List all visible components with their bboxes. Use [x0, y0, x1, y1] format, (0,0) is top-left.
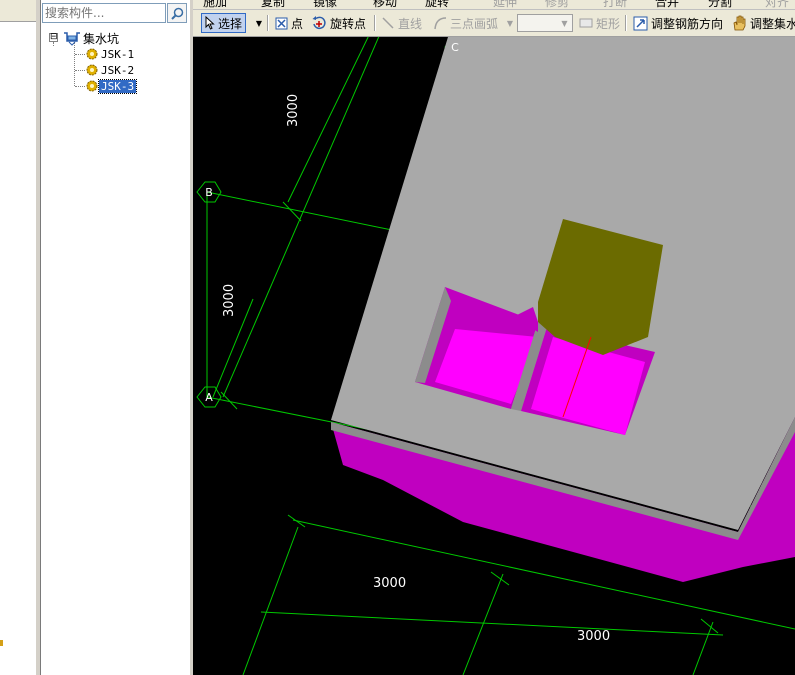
point-icon [275, 17, 288, 29]
tree-item-label-selected: JSK-3 [97, 78, 138, 94]
point-button[interactable]: 点 [275, 13, 303, 33]
rect-label: 矩形 [596, 16, 621, 31]
dimension-label-horizontal-2: 3000 [577, 629, 610, 644]
line-button[interactable]: 直线 [381, 13, 422, 33]
hand-icon [733, 15, 746, 31]
dim-tick [490, 571, 510, 586]
adjust-pit-button[interactable]: 调整集水 [731, 13, 795, 33]
point-label: 点 [291, 16, 304, 31]
toolbar-item-clipped[interactable]: 分割 [708, 0, 732, 9]
rebar-direction-icon [633, 16, 648, 30]
toolbar-separator [267, 15, 269, 31]
left-panel-marker [0, 640, 3, 646]
search-button[interactable] [167, 3, 187, 23]
tree-item-jsk-3[interactable]: JSK-3 [85, 78, 138, 94]
tree-item-jsk-1[interactable]: JSK-1 [85, 46, 136, 62]
toolbar-item-clipped[interactable]: 移动 [373, 0, 397, 9]
search-icon [170, 7, 183, 20]
toolbar-item-clipped[interactable]: 延伸 [493, 0, 517, 9]
axis-label-b: B [205, 186, 213, 199]
component-tree-panel: ⊟ 集水坑 JSK-1 JSK-2 [40, 0, 191, 675]
arc3-label: 三点画弧 [450, 16, 499, 31]
dim-extension [242, 526, 299, 675]
3d-scene[interactable]: B A C 3000 3000 3000 3000 [193, 37, 795, 675]
toolbar-item-clipped[interactable]: 合并 [655, 0, 679, 9]
select-button[interactable]: 选择 [201, 13, 247, 33]
adjust-rebar-direction-button[interactable]: 调整钢筋方向 [633, 13, 723, 33]
shape-combo[interactable]: ▼ [517, 14, 573, 32]
search-input[interactable] [43, 4, 165, 22]
tree-connector [74, 42, 75, 86]
dimension-label-horizontal-1: 3000 [373, 576, 406, 591]
dimension-label-vertical-upper: 3000 [286, 94, 301, 127]
toolbar-item-clipped[interactable]: 复制 [261, 0, 285, 9]
dimension-label-vertical-lower: 3000 [222, 284, 237, 317]
line-icon [382, 17, 394, 29]
select-label: 选择 [218, 16, 243, 31]
dim-line-horizontal-2 [260, 611, 724, 636]
tree-expander[interactable]: ⊟ [49, 33, 58, 42]
toolbar-item-clipped[interactable]: 镜像 [313, 0, 337, 9]
tree-connector [75, 54, 85, 55]
arc-icon [434, 17, 447, 30]
tree-root-label: 集水坑 [83, 31, 120, 46]
dim-extension [692, 621, 714, 675]
toolbar-item-clipped[interactable]: 打断 [603, 0, 627, 9]
adjust-rebar-direction-label: 调整钢筋方向 [651, 16, 724, 31]
search-field[interactable] [42, 3, 166, 23]
tree-connector [75, 86, 85, 87]
rotate-point-icon [312, 16, 326, 30]
pit-folder-icon [64, 32, 80, 46]
toolbar-item-clipped[interactable]: 修剪 [545, 0, 569, 9]
chevron-down-icon: ▼ [255, 18, 263, 28]
chevron-down-icon: ▼ [561, 18, 568, 28]
dim-extension [462, 573, 504, 675]
cursor-icon [205, 16, 215, 30]
gear-icon [86, 48, 98, 60]
toolbar-item-clipped[interactable]: 施加 [203, 0, 227, 9]
tree-item-label: JSK-2 [101, 63, 135, 77]
toolbar-item-clipped[interactable]: 旋转 [425, 0, 449, 9]
edit-toolbar-clipped: 施加 复制 镜像 移动 旋转 延伸 修剪 打断 合并 分割 对齐 [193, 0, 795, 10]
toolbar-item-clipped[interactable]: 对齐 [765, 0, 789, 9]
gear-icon [86, 64, 98, 76]
arc-dropdown-button[interactable]: ▼ [505, 13, 515, 33]
left-panel-edge [0, 0, 37, 675]
toolbar-separator [374, 15, 376, 31]
gear-icon [86, 80, 98, 92]
rect-button[interactable]: 矩形 [579, 13, 620, 33]
arc3-button[interactable]: 三点画弧 [433, 13, 498, 33]
toolbar-separator [625, 15, 627, 31]
line-label: 直线 [398, 16, 423, 31]
tree-connector [75, 70, 85, 71]
axis-label-a: A [205, 391, 213, 404]
tree-item-jsk-2[interactable]: JSK-2 [85, 62, 136, 78]
tree-root-item[interactable]: 集水坑 [63, 30, 121, 46]
axis-label-c: C [451, 41, 459, 54]
3d-viewport[interactable]: B A C 3000 3000 3000 3000 [193, 37, 795, 675]
left-panel-header [0, 0, 36, 22]
rotate-point-button[interactable]: 旋转点 [311, 13, 366, 33]
dim-tick [287, 514, 306, 528]
select-dropdown-button[interactable]: ▼ [254, 13, 264, 33]
tree-connector [53, 42, 54, 46]
rotate-point-label: 旋转点 [330, 16, 367, 31]
rectangle-icon [579, 18, 593, 28]
adjust-pit-label: 调整集水 [750, 16, 795, 31]
draw-toolbar: 选择 ▼ 点 旋转点 直线 三点画弧 ▼ ▼ 矩形 调整钢筋方向 调整集水 [193, 10, 795, 37]
chevron-down-icon: ▼ [506, 18, 514, 28]
dim-tick [282, 201, 302, 222]
tree-item-label: JSK-1 [101, 47, 135, 61]
